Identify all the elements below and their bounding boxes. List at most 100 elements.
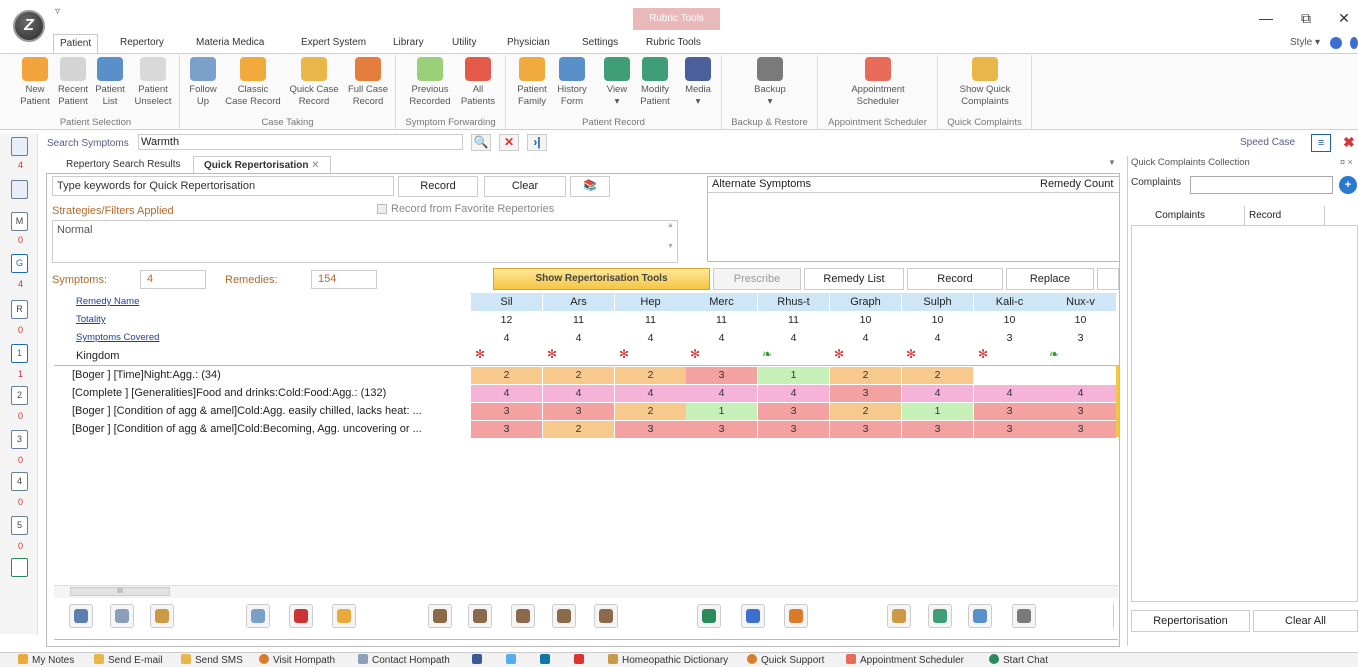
minimize-button[interactable]: — xyxy=(1256,10,1276,26)
tab-rubric-tools[interactable]: Rubric Tools xyxy=(640,34,707,53)
next-icon[interactable]: ›| xyxy=(527,134,547,151)
grade-cell[interactable]: 1 xyxy=(902,403,973,420)
grade-cell[interactable]: 3 xyxy=(830,421,901,438)
horizontal-scrollbar[interactable] xyxy=(54,585,1118,598)
quick-keywords-input[interactable]: Type keywords for Quick Repertorisation xyxy=(52,176,394,196)
rail-refresh-icon[interactable] xyxy=(11,558,28,577)
rail-slot-1-icon[interactable]: 1 xyxy=(11,344,28,363)
strategy-scrollbar[interactable]: ▲ ▼ xyxy=(664,222,677,262)
grade-cell[interactable]: 2 xyxy=(543,421,614,438)
search-symptoms-input[interactable]: Warmth xyxy=(138,134,463,150)
tab-repertory-search-results[interactable]: Repertory Search Results xyxy=(56,156,191,173)
show-quick-complaints-button[interactable]: Show Quick Complaints xyxy=(948,57,1022,108)
close-case-icon[interactable]: ✖ xyxy=(1343,134,1358,152)
symptom-row-label[interactable]: [Complete ] [Generalities]Food and drink… xyxy=(72,387,468,399)
close-tab-icon[interactable]: ✕ xyxy=(311,160,319,171)
grade-cell[interactable]: 4 xyxy=(1045,385,1116,402)
linkedin-link[interactable] xyxy=(540,654,554,666)
rail-chart-icon[interactable] xyxy=(11,180,28,199)
media-button[interactable]: Media ▾ xyxy=(678,57,718,108)
app-logo[interactable]: Z xyxy=(13,10,45,42)
new-patient-button[interactable]: New Patient xyxy=(18,57,52,108)
view-button[interactable]: View ▾ xyxy=(600,57,634,108)
visit-hompath-link[interactable]: Visit Hompath xyxy=(259,654,335,666)
quick-case-record-button[interactable]: Quick Case Record xyxy=(285,57,343,108)
follow-up-button[interactable]: Follow Up xyxy=(184,57,222,108)
grade-cell[interactable]: 3 xyxy=(471,421,542,438)
repertorisation-button[interactable]: Repertorisation xyxy=(1131,610,1250,632)
keys-icon[interactable] xyxy=(1012,604,1036,628)
grade-cell[interactable]: 3 xyxy=(1045,403,1116,420)
symptoms-covered-link[interactable]: Symptoms Covered xyxy=(76,332,159,343)
remedy-header-graph[interactable]: Graph xyxy=(830,293,901,311)
record-column-header[interactable]: Record xyxy=(1245,206,1325,226)
info-icon[interactable] xyxy=(1350,37,1358,49)
color-grid-icon[interactable] xyxy=(150,604,174,628)
scrollbar-thumb[interactable]: III xyxy=(70,587,170,596)
remedy-header-sulph[interactable]: Sulph xyxy=(902,293,973,311)
restore-button[interactable]: ⧉ xyxy=(1296,10,1316,27)
full-case-record-button[interactable]: Full Case Record xyxy=(344,57,392,108)
grade-cell[interactable]: 3 xyxy=(471,403,542,420)
homeopathic-dictionary-link[interactable]: Homeopathic Dictionary xyxy=(608,654,728,666)
grade-cell[interactable]: 3 xyxy=(615,421,686,438)
move-icon[interactable] xyxy=(928,604,952,628)
record-tool-button[interactable]: Record xyxy=(907,268,1003,290)
grade-cell[interactable]: 3 xyxy=(830,385,901,402)
compare-icon[interactable] xyxy=(468,604,492,628)
grade-cell[interactable]: 1 xyxy=(758,367,829,384)
remedy-header-sil[interactable]: Sil xyxy=(471,293,542,311)
grade-cell[interactable]: 3 xyxy=(1045,421,1116,438)
grade-cell[interactable]: 2 xyxy=(830,403,901,420)
quick-access-toolbar[interactable]: ▿ xyxy=(55,6,60,17)
tree-view-icon[interactable] xyxy=(110,604,134,628)
group-icon[interactable] xyxy=(552,604,576,628)
symptom-row-label[interactable]: [Boger ] [Time]Night:Agg.: (34) xyxy=(72,369,468,381)
rail-grid-icon[interactable] xyxy=(11,137,28,156)
tab-dropdown-icon[interactable]: ▼ xyxy=(1108,158,1116,167)
grade-cell[interactable]: 3 xyxy=(902,421,973,438)
grade-cell[interactable]: 3 xyxy=(686,421,757,438)
clear-all-button[interactable]: Clear All xyxy=(1253,610,1358,632)
remedy-name-link[interactable]: Remedy Name xyxy=(76,296,139,307)
rail-rubric-icon[interactable]: R xyxy=(11,300,28,319)
grade-cell[interactable]: 3 xyxy=(758,421,829,438)
grade-cell[interactable]: 2 xyxy=(615,403,686,420)
backup-button[interactable]: Backup ▾ xyxy=(745,57,795,108)
books-icon[interactable]: 📚 xyxy=(570,176,610,197)
appointment-scheduler-button[interactable]: Appointment Scheduler xyxy=(836,57,920,108)
add-complaint-icon[interactable]: + xyxy=(1339,176,1357,194)
grade-cell[interactable] xyxy=(974,367,1045,384)
clock-icon[interactable] xyxy=(784,604,808,628)
favorite-checkbox[interactable] xyxy=(377,204,387,214)
tab-physician[interactable]: Physician xyxy=(501,34,556,53)
grade-cell[interactable]: 4 xyxy=(615,385,686,402)
tab-expert-system[interactable]: Expert System xyxy=(295,34,372,53)
symptom-row-label[interactable]: [Boger ] [Condition of agg & amel]Cold:A… xyxy=(72,405,468,417)
remedy-header-rhus-t[interactable]: Rhus-t xyxy=(758,293,829,311)
tab-repertory[interactable]: Repertory xyxy=(114,34,170,53)
remedy-header-ars[interactable]: Ars xyxy=(543,293,614,311)
quick-support-link[interactable]: Quick Support xyxy=(747,654,824,666)
rail-slot-5-icon[interactable]: 5 xyxy=(11,516,28,535)
tab-library[interactable]: Library xyxy=(387,34,430,53)
strategy-textbox[interactable]: Normal xyxy=(52,220,678,263)
tab-patient[interactable]: Patient xyxy=(53,34,99,53)
dialog-icon[interactable] xyxy=(511,604,535,628)
send-email-link[interactable]: Send E-mail xyxy=(94,654,162,666)
grade-cell[interactable]: 4 xyxy=(758,385,829,402)
tab-quick-repertorisation[interactable]: Quick Repertorisation ✕ xyxy=(193,156,331,173)
close-button[interactable]: ✕ xyxy=(1334,10,1354,27)
style-menu[interactable]: Style ▾ xyxy=(1290,37,1320,48)
twitter-link[interactable] xyxy=(506,654,520,666)
grade-cell[interactable] xyxy=(1045,367,1116,384)
grade-cell[interactable]: 2 xyxy=(543,367,614,384)
send-sms-link[interactable]: Send SMS xyxy=(181,654,243,666)
doctor-icon[interactable] xyxy=(428,604,452,628)
clear-search-icon[interactable]: ✕ xyxy=(499,134,519,151)
profile-icon[interactable] xyxy=(594,604,618,628)
grade-cell[interactable]: 4 xyxy=(902,385,973,402)
previous-recorded-button[interactable]: Previous Recorded xyxy=(402,57,458,108)
classic-case-record-button[interactable]: Classic Case Record xyxy=(223,57,283,108)
tab-utility[interactable]: Utility xyxy=(446,34,482,53)
